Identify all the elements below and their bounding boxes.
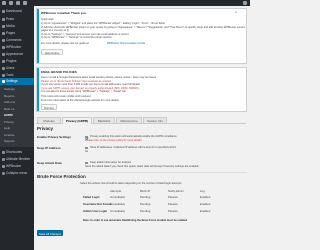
welcome-notice: WPBruiser installed. Thank you. Quick st…	[36, 8, 247, 64]
enable-privacy-text: Privacy enabling this option will automa…	[90, 135, 177, 138]
enable-privacy-checkbox[interactable]	[85, 135, 88, 139]
email-policy-line-7: Find more information at the official Go…	[41, 98, 120, 102]
users-icon	[1, 67, 5, 70]
sidebar-item-shortcodes[interactable]: Shortcodes	[0, 149, 34, 156]
col-block-ip: Block IP	[140, 189, 151, 193]
table-cell[interactable]: Enabled	[200, 209, 210, 213]
email-policy-notice: EMAIL BRAND POLICIES Due to Gmail & Goog…	[36, 67, 247, 112]
brute-force-section-title: Brute Force Protection	[37, 174, 86, 179]
sidebar-item-wpbruiser-top[interactable]: WPBruiser	[0, 44, 34, 51]
notice-step-4: 4) Go to "WPBruiser" > "Settings" to cus…	[41, 36, 113, 39]
sidebar-item-posts[interactable]: Posts	[0, 16, 34, 23]
brute-force-note: Note: In order to use automatic blacklis…	[83, 219, 188, 222]
email-policy-line-5: You can also fix these issues using "WPB…	[41, 90, 127, 93]
notice-accent	[37, 68, 39, 111]
dismiss-icon[interactable]: ⊗	[235, 11, 237, 14]
tab-blacklists[interactable]: Blacklists	[93, 117, 115, 123]
plugins-icon	[1, 60, 5, 63]
appearance-icon	[1, 53, 5, 56]
settings-tabs: Modules Privacy (GDPR) Blacklists Mainte…	[36, 116, 246, 124]
shield-icon	[1, 46, 5, 49]
table-cell[interactable]: Enabled	[200, 195, 210, 199]
user-avatar[interactable]	[243, 1, 247, 5]
admin-sidebar: Dashboard Posts Media Pages Comments WPB…	[0, 6, 34, 250]
table-cell[interactable]: Immediately	[110, 202, 125, 206]
keep-attack-checkbox[interactable]	[85, 161, 88, 165]
sidebar-item-ultimate-member[interactable]: Ultimate Member	[0, 156, 34, 163]
table-cell[interactable]: Immediately	[110, 209, 125, 213]
keep-ip-text: Store IP addresses. Collected IP address…	[90, 146, 176, 149]
tab-maintenance[interactable]: Maintenance	[116, 117, 142, 123]
notice-guide-link[interactable]: WPBruiser Documentation Guide	[107, 42, 145, 45]
table-cell[interactable]: Pending	[140, 209, 150, 213]
enable-privacy-note: Please note: to the privacy policy for m…	[85, 139, 142, 142]
table-cell[interactable]: Pending	[140, 195, 150, 199]
keep-ip-note: No	[85, 150, 89, 153]
submenu-item-support[interactable]: Support	[0, 138, 34, 145]
sidebar-item-dashboard[interactable]: Dashboard	[0, 8, 34, 15]
table-cell[interactable]: Immediately	[110, 195, 125, 199]
sidebar-item-comments[interactable]: Comments	[0, 37, 34, 44]
email-policy-dismiss-button[interactable]: Dismiss	[41, 104, 57, 110]
keep-ip-checkbox[interactable]	[85, 146, 88, 150]
wordpress-logo-icon[interactable]	[2, 1, 6, 5]
keep-attack-label: Keep Attack Data	[37, 161, 62, 165]
col-log: Log	[200, 189, 205, 193]
email-policy-title: EMAIL BRAND POLICIES	[41, 70, 77, 74]
section-divider	[37, 172, 247, 173]
tab-system-info[interactable]: System Info	[143, 117, 167, 123]
sidebar-item-collapse[interactable]: Collapse menu	[0, 170, 34, 177]
sidebar-item-media[interactable]: Media	[0, 23, 34, 30]
new-content-icon[interactable]	[23, 1, 27, 5]
table-cell[interactable]: Passive	[168, 195, 178, 199]
main-content: WPBruiser installed. Thank you. Quick st…	[35, 6, 250, 250]
member-icon	[1, 158, 5, 161]
col-attempts: Attempts	[110, 189, 122, 193]
dashboard-icon	[1, 10, 5, 13]
sidebar-item-settings[interactable]: Settings	[0, 78, 34, 85]
tab-privacy[interactable]: Privacy (GDPR)	[62, 117, 92, 124]
pages-icon	[1, 32, 5, 35]
row-failed-login-label: Failed Login	[83, 195, 100, 199]
keep-attack-note: Store the attack data if you check this …	[85, 165, 200, 168]
table-cell[interactable]: Pending	[140, 202, 150, 206]
sidebar-item-wpbruiser[interactable]: WPBruiser	[0, 163, 34, 170]
tools-icon	[1, 74, 5, 77]
sidebar-item-plugins[interactable]: Plugins	[0, 58, 34, 65]
notice-title: WPBruiser installed. Thank you.	[41, 11, 87, 15]
privacy-section-title: Privacy	[37, 126, 54, 131]
settings-icon	[1, 80, 5, 83]
notice-quickstart: Quick start:	[41, 18, 55, 21]
collapse-icon	[1, 172, 5, 175]
comments-icon	[1, 39, 5, 42]
site-home-icon[interactable]	[9, 1, 13, 5]
notice-guide-text: For more details, please visit our guide…	[41, 42, 90, 45]
table-cell[interactable]: Enabled	[200, 202, 210, 206]
keep-attack-text: Keep attack information for analysis	[90, 161, 132, 164]
sidebar-item-appearance[interactable]: Appearance	[0, 51, 34, 58]
shortcodes-icon	[1, 151, 5, 154]
brute-force-subtitle: Select the actions that should be taken …	[80, 182, 182, 185]
comments-icon[interactable]	[16, 1, 20, 5]
sidebar-item-pages[interactable]: Pages	[0, 30, 34, 37]
notice-accent	[37, 9, 39, 63]
tab-modules[interactable]: Modules	[37, 117, 61, 123]
media-icon	[1, 25, 5, 28]
posts-icon	[1, 18, 5, 21]
keep-ip-label: Keep IP Address	[37, 146, 61, 150]
shield-icon	[1, 165, 5, 168]
sidebar-item-users[interactable]: Users	[0, 65, 34, 72]
table-cell[interactable]: Passive	[168, 209, 178, 213]
col-notify-admin: Notify Admin	[168, 189, 184, 193]
row-username-label: Username Not Found	[83, 202, 112, 206]
notice-step-2: 2) Add the shortcode WPBruiser plugin on…	[41, 25, 246, 29]
save-all-changes-button[interactable]: Save All Changes	[37, 230, 63, 236]
row-admin-login-label: Admin User Login	[83, 209, 108, 213]
table-cell[interactable]: Passive	[168, 202, 178, 206]
settings-submenu: Settings Reports Add-ons Rate us GDPR Pr…	[0, 85, 34, 147]
enable-privacy-label: Enable Privacy Settings	[37, 135, 72, 139]
hide-notice-button[interactable]: Hide Notice	[41, 49, 63, 55]
